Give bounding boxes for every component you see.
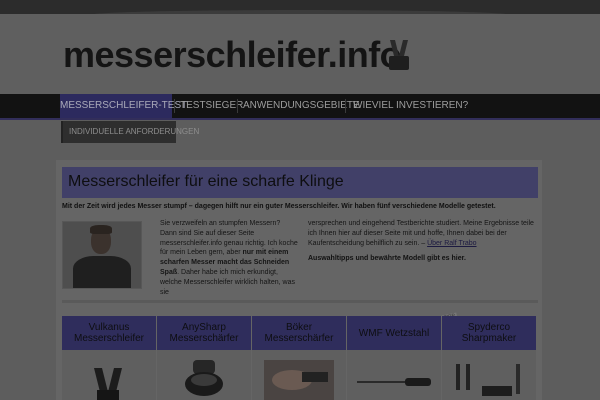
- author-photo: [62, 221, 142, 289]
- product-name: Spyderco Sharpmaker: [442, 316, 536, 350]
- product-card-spyderco[interactable]: Spyderco Sharpmaker: [442, 316, 536, 400]
- section-divider: [62, 300, 538, 303]
- product-card-boeker[interactable]: Böker Messerschärfer TIPP: [252, 312, 458, 400]
- wmf-honing-steel-icon: [357, 378, 431, 386]
- knife-sharpener-icon: [389, 40, 409, 70]
- product-name: AnySharp Messerschärfer: [157, 316, 251, 350]
- intro-text-part2: . Daher habe ich mich erkundigt, welche …: [160, 268, 295, 296]
- product-card-anysharp[interactable]: AnySharp Messerschärfer: [157, 316, 251, 400]
- tagline: Auswahltipps und bewährte Modell gibt es…: [308, 255, 466, 262]
- main-navigation: MESSERSCHLEIFER-TEST TESTSIEGER ANWENDUN…: [0, 94, 600, 120]
- about-author-link[interactable]: Über Ralf Trabo: [427, 240, 476, 247]
- product-name: WMF Wetzstahl: [347, 316, 441, 350]
- product-row: Vulkanus Messerschleifer AnySharp Messer…: [62, 312, 536, 400]
- product-name: Vulkanus Messerschleifer: [62, 316, 156, 350]
- intro-column-left: Sie verzweifeln an stumpfen Messern? Dan…: [160, 219, 298, 297]
- intro-column-right: versprechen und eingehend Testberichte s…: [308, 219, 540, 248]
- subnav-item-individuelle-anforderungen[interactable]: INDIVIDUELLE ANFORDERUNGEN: [61, 121, 199, 143]
- intro-text-cont: versprechen und eingehend Testberichte s…: [308, 220, 534, 247]
- product-card-vulkanus[interactable]: Vulkanus Messerschleifer: [62, 316, 156, 400]
- nav-item-messerschleifer-test[interactable]: MESSERSCHLEIFER-TEST: [60, 94, 187, 118]
- site-logo[interactable]: messerschleifer.info: [63, 34, 402, 76]
- nav-item-testsieger[interactable]: TESTSIEGER: [180, 94, 243, 118]
- nav-item-wieviel-investieren[interactable]: WIEVIEL INVESTIEREN?: [353, 94, 468, 118]
- spyderco-sharpmaker-icon: [456, 364, 520, 396]
- page-title: Messerschleifer für eine scharfe Klinge: [68, 173, 344, 190]
- intro-text: Mit der Zeit wird jedes Messer stumpf – …: [62, 203, 496, 210]
- nav-separator: [237, 99, 238, 113]
- subnav-label: INDIVIDUELLE ANFORDERUNGEN: [69, 127, 200, 136]
- anysharp-sharpener-icon: [185, 360, 223, 396]
- nav-separator: [345, 99, 346, 113]
- nav-separator: [174, 99, 175, 113]
- boeker-sharpener-icon: [264, 360, 334, 400]
- page-heading-box: Messerschleifer für eine scharfe Klinge: [62, 167, 538, 198]
- product-card-wmf[interactable]: WMF Wetzstahl: [347, 316, 441, 400]
- vulkanus-sharpener-icon: [94, 368, 122, 400]
- product-name: Böker Messerschärfer: [252, 316, 346, 350]
- nav-item-anwendungsgebiete[interactable]: ANWENDUNGSGEBIETE: [243, 94, 360, 118]
